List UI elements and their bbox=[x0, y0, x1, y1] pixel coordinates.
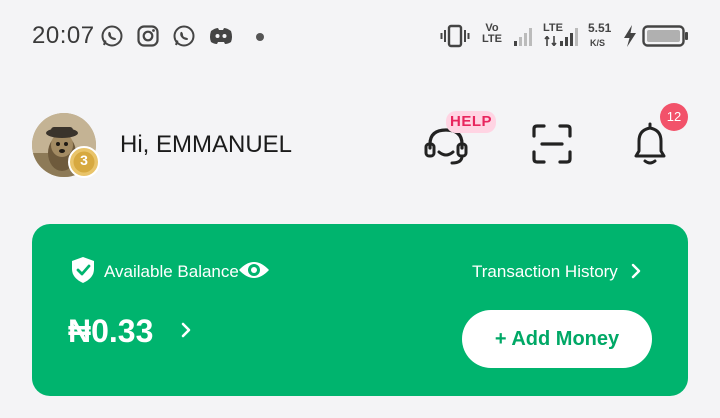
network-speed-unit: K/S bbox=[590, 38, 606, 48]
help-button[interactable]: HELP bbox=[418, 111, 498, 172]
signal-strength-icon bbox=[514, 28, 532, 46]
more-notifications-dot bbox=[256, 33, 264, 41]
status-bar: 20:07 Vo LTE LTE 5.51 K/S bbox=[0, 0, 720, 72]
notification-count-badge: 12 bbox=[660, 103, 688, 131]
vibrate-icon bbox=[440, 24, 470, 48]
greeting-text: Hi, EMMANUEL bbox=[120, 131, 293, 158]
instagram-icon bbox=[137, 25, 159, 47]
whatsapp-icon bbox=[101, 25, 123, 47]
transaction-history-link[interactable]: Transaction History bbox=[472, 262, 618, 282]
scan-icon bbox=[532, 124, 572, 164]
data-arrows-icon bbox=[544, 36, 557, 46]
scan-button[interactable] bbox=[530, 122, 574, 166]
avatar-level: 3 bbox=[80, 152, 88, 168]
chevron-right-icon[interactable] bbox=[178, 320, 194, 340]
battery-icon bbox=[642, 25, 688, 47]
signal-strength-icon bbox=[560, 28, 578, 46]
chevron-right-icon bbox=[631, 263, 641, 279]
eye-toggle-icon[interactable] bbox=[237, 258, 271, 282]
add-money-button[interactable]: + Add Money bbox=[462, 310, 652, 368]
volte-label: Vo LTE bbox=[482, 22, 502, 45]
status-time: 20:07 bbox=[32, 22, 95, 49]
whatsapp-icon bbox=[173, 25, 195, 47]
balance-amount: ₦0.33 bbox=[68, 313, 154, 349]
available-balance-label: Available Balance bbox=[104, 262, 239, 281]
help-tag: HELP bbox=[446, 111, 496, 133]
shield-check-icon bbox=[72, 257, 94, 283]
charging-bolt-icon bbox=[624, 25, 636, 47]
balance-card: Available Balance Transaction History ₦0… bbox=[32, 224, 688, 396]
discord-icon bbox=[210, 28, 232, 44]
network-speed-value: 5.51 bbox=[588, 21, 612, 35]
